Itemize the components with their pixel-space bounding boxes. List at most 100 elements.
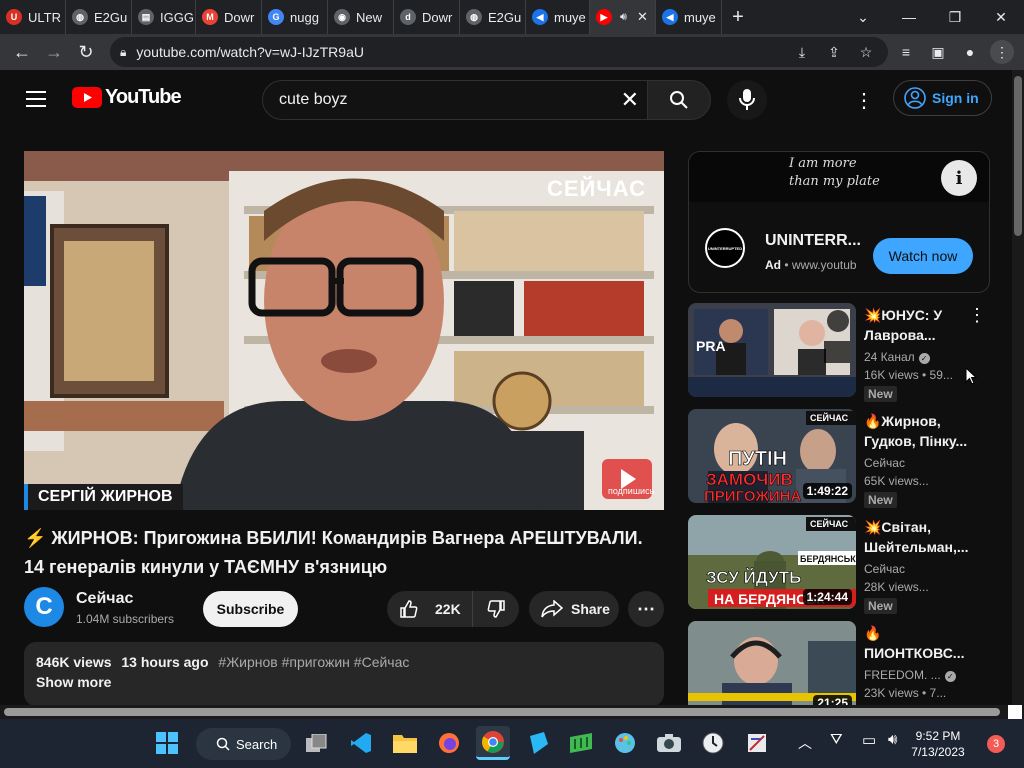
- camera-icon[interactable]: [652, 726, 686, 760]
- related-video-title[interactable]: 💥ЮНУС: У Лаврова...: [864, 305, 984, 345]
- more-actions-button[interactable]: ⋯: [628, 591, 664, 627]
- ad-watch-now-button[interactable]: Watch now: [873, 238, 973, 274]
- vscode-icon[interactable]: [344, 726, 378, 760]
- browser-tab[interactable]: ◀ muye: [526, 0, 590, 34]
- new-tab-button[interactable]: +: [722, 6, 754, 29]
- youtube-logo[interactable]: YouTube: [72, 86, 182, 109]
- related-video-channel[interactable]: 24 Канал ✓: [864, 348, 984, 366]
- browser-tab[interactable]: M Dowr: [196, 0, 262, 34]
- tab-label: muye: [554, 9, 586, 25]
- maximize-icon[interactable]: ❐: [932, 0, 978, 34]
- related-video-stats: 23K views • 7...: [864, 686, 947, 700]
- video-player[interactable]: СЕЙЧАС подпишись СЕРГІЙ ЖИРНОВ: [24, 151, 664, 510]
- azure-data-studio-icon[interactable]: [520, 726, 554, 760]
- page-vertical-scrollbar[interactable]: [1012, 70, 1024, 705]
- channel-name[interactable]: Сейчас: [76, 590, 133, 608]
- clear-search-icon[interactable]: ✕: [621, 87, 639, 113]
- bookmark-star-icon[interactable]: ☆: [854, 40, 878, 64]
- snipping-tool-icon[interactable]: [740, 726, 774, 760]
- settings-more-icon[interactable]: ⋮: [852, 88, 876, 112]
- chrome-menu-icon[interactable]: ⋮: [990, 40, 1014, 64]
- video-title: ⚡ ЖИРНОВ: Пригожина ВБИЛИ! Командирів Ва…: [24, 524, 664, 582]
- page-horizontal-scrollbar[interactable]: [0, 705, 1024, 719]
- close-tab-icon[interactable]: ✕: [637, 9, 648, 25]
- start-icon[interactable]: [150, 726, 184, 760]
- task-view-icon[interactable]: [300, 726, 334, 760]
- sign-in-button[interactable]: Sign in: [893, 80, 992, 116]
- minimize-icon[interactable]: —: [886, 0, 932, 34]
- taskbar-search[interactable]: Search: [196, 728, 291, 760]
- share-icon[interactable]: ⇪: [822, 40, 846, 64]
- browser-tab[interactable]: ◉ New: [328, 0, 394, 34]
- install-icon[interactable]: ⤓: [790, 40, 814, 64]
- tab-search-icon[interactable]: ⌄: [840, 0, 886, 34]
- chrome-icon[interactable]: [476, 726, 510, 760]
- related-video-channel[interactable]: FREEDOM. ... ✓: [864, 666, 984, 684]
- related-video-channel[interactable]: Сейчас: [864, 560, 984, 578]
- related-channel-name: 24 Канал: [864, 350, 915, 364]
- related-video-thumbnail[interactable]: СЕЙЧАС ПУТІН ЗАМОЧИВ ПРИГОЖИНА 1:49:22: [688, 409, 856, 503]
- show-hidden-icons-icon[interactable]: ︿: [798, 733, 812, 753]
- description-box[interactable]: 846K views 13 hours ago #Жирнов #пригожи…: [24, 642, 664, 705]
- browser-tab[interactable]: Gnugg: [262, 0, 328, 34]
- related-video-channel[interactable]: Сейчас: [864, 454, 984, 472]
- related-video-title[interactable]: 🔥 ПИОНТКОВС...: [864, 623, 984, 663]
- ad-banner[interactable]: I am more than my plate i: [689, 152, 989, 202]
- close-window-icon[interactable]: ✕: [978, 0, 1024, 34]
- spreadsheet-icon[interactable]: [564, 726, 598, 760]
- browser-tab[interactable]: ▤ IGGG: [132, 0, 196, 34]
- mouse-cursor-icon: [965, 367, 977, 385]
- file-explorer-icon[interactable]: [388, 726, 422, 760]
- show-more-link[interactable]: Show more: [36, 674, 652, 690]
- vertical-scroll-thumb[interactable]: [1014, 76, 1022, 236]
- notification-badge[interactable]: 3: [987, 735, 1005, 753]
- browser-tab[interactable]: d Dowr: [394, 0, 460, 34]
- back-icon[interactable]: ←: [6, 36, 38, 68]
- video-options-icon[interactable]: ⋮: [968, 305, 986, 326]
- dislike-button[interactable]: [473, 591, 519, 627]
- new-badge: New: [864, 492, 897, 508]
- taskbar-clock[interactable]: 9:52 PM 7/13/2023: [908, 728, 968, 760]
- share-label: Share: [571, 601, 610, 617]
- tab-audio-icon[interactable]: 🔊︎: [620, 11, 627, 24]
- taskbar-search-label: Search: [236, 736, 278, 752]
- browser-tab[interactable]: ▶ 🔊︎ ✕: [590, 0, 656, 34]
- ad-card[interactable]: I am more than my plate i UNINTERRUPTED …: [688, 151, 990, 293]
- channel-avatar[interactable]: C: [24, 587, 64, 627]
- paint-icon[interactable]: [608, 726, 642, 760]
- related-video-thumbnail[interactable]: 21:25: [688, 621, 856, 705]
- related-video-title[interactable]: 🔥Жирнов, Гудков, Пінку...: [864, 411, 984, 451]
- clock-app-icon[interactable]: [696, 726, 730, 760]
- firefox-icon[interactable]: [432, 726, 466, 760]
- related-video-thumbnail[interactable]: PRA: [688, 303, 856, 397]
- menu-icon[interactable]: [24, 88, 48, 110]
- volume-icon[interactable]: 🔊︎: [888, 731, 897, 748]
- like-button[interactable]: 22K: [387, 591, 473, 627]
- video-duration: 21:25: [813, 695, 852, 705]
- search-input[interactable]: cute boyz ✕: [262, 80, 648, 120]
- horizontal-scroll-thumb[interactable]: [4, 708, 1000, 716]
- related-video-title[interactable]: 💥Світан, Шейтельман,...: [864, 517, 984, 557]
- share-button[interactable]: Share: [529, 591, 619, 627]
- browser-tab[interactable]: U ULTR: [0, 0, 66, 34]
- address-bar[interactable]: 🔒︎ youtube.com/watch?v=wJ-IJzTR9aU: [110, 37, 888, 67]
- browser-tab[interactable]: ◍ E2Gu: [66, 0, 132, 34]
- search-button[interactable]: [647, 80, 711, 120]
- related-video-thumbnail[interactable]: СЕЙЧАС БЕРДЯНСЬК ЗСУ ЙДУТЬ НА БЕРДЯНСЬК 1:24…: [688, 515, 856, 609]
- side-panel-icon[interactable]: ▣: [926, 40, 950, 64]
- profile-icon[interactable]: ●: [958, 40, 982, 64]
- related-title-line-1: 🔥Жирнов,: [864, 413, 941, 429]
- hashtags[interactable]: #Жирнов #пригожин #Сейчас: [218, 654, 409, 670]
- browser-tab[interactable]: ◀ muye: [656, 0, 722, 34]
- ad-info-icon[interactable]: i: [941, 160, 977, 196]
- media-controls-icon[interactable]: ≡: [894, 40, 918, 64]
- voice-search-button[interactable]: [727, 80, 767, 120]
- subscribe-button[interactable]: Subscribe: [203, 591, 298, 627]
- forward-icon[interactable]: →: [38, 36, 70, 68]
- ad-banner-text-1: I am more: [789, 156, 857, 171]
- network-offline-icon[interactable]: ⛛: [830, 731, 843, 748]
- tab-favicon-icon: ◀: [662, 9, 678, 25]
- display-icon[interactable]: ▭: [862, 731, 876, 749]
- browser-tab[interactable]: ◍ E2Gu: [460, 0, 526, 34]
- reload-icon[interactable]: ↻: [70, 36, 102, 68]
